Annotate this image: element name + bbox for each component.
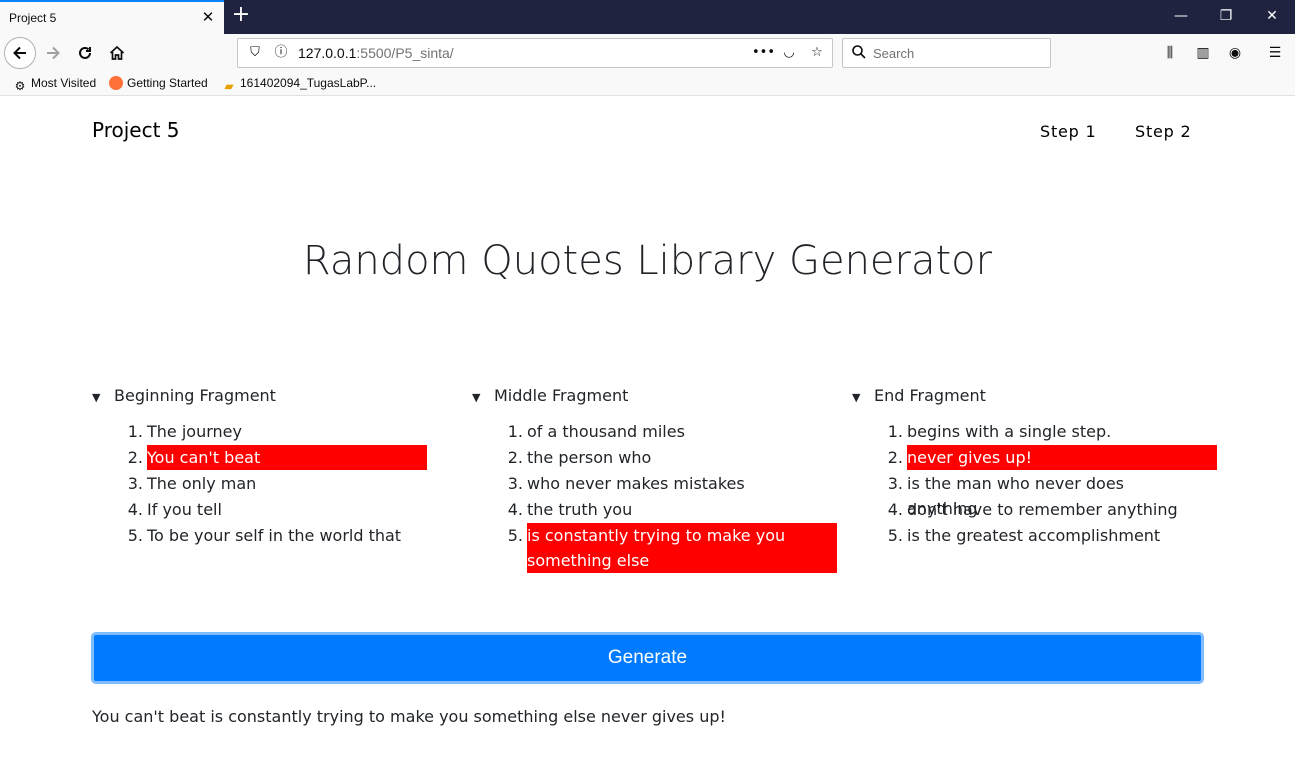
- firefox-icon: [109, 76, 123, 90]
- list-item-selected[interactable]: 5. is constantly trying to make you somet…: [472, 523, 837, 573]
- fragment-list: 1. The journey 2. You can't beat 3. The onl…: [92, 419, 432, 549]
- new-tab-icon[interactable]: +: [230, 4, 252, 27]
- tab-bar: Project 5 ✕ + — ❐ ✕: [0, 0, 1295, 34]
- browser-tab[interactable]: Project 5 ✕: [0, 0, 224, 34]
- middle-fragment: ▼ Middle Fragment 1. of a thousand miles 2…: [472, 386, 837, 573]
- fragment-list: 1. of a thousand miles 2. the person who 3…: [472, 419, 837, 573]
- sidebar-icon[interactable]: ▥: [1193, 43, 1213, 63]
- fragment-toggle[interactable]: ▼ Middle Fragment: [472, 386, 812, 406]
- back-icon[interactable]: [4, 37, 36, 69]
- bookmark-star-icon[interactable]: ☆: [808, 44, 826, 62]
- bookmarks-toolbar: ⚙ Most Visited Getting Started ▰ 161402094…: [0, 72, 1295, 96]
- restore-icon[interactable]: ❐: [1215, 6, 1237, 26]
- search-placeholder: Search: [873, 46, 915, 61]
- disclosure-triangle-icon: ▼: [92, 391, 101, 404]
- search-input[interactable]: Search: [842, 38, 1051, 68]
- brand-title[interactable]: Project 5: [92, 118, 180, 142]
- account-icon[interactable]: ◉: [1225, 43, 1245, 63]
- tab-title: Project 5: [9, 11, 57, 25]
- url-bar[interactable]: ⛉ ⓘ 127.0.0.1:5500/P5_sinta/ ••• ◡ ☆: [237, 38, 833, 68]
- window-close-icon[interactable]: ✕: [1261, 6, 1283, 26]
- close-tab-icon[interactable]: ✕: [198, 7, 218, 27]
- list-item[interactable]: 5. is the greatest accomplishment: [852, 523, 1192, 549]
- pocket-icon[interactable]: ◡: [780, 44, 798, 62]
- bookmark-label: 161402094_TugasLabP...: [240, 76, 377, 90]
- disclosure-triangle-icon: ▼: [472, 391, 481, 404]
- list-item[interactable]: 1. of a thousand miles: [472, 419, 812, 445]
- bookmark-label: Most Visited: [31, 76, 97, 90]
- fragment-label: Middle Fragment: [494, 386, 629, 405]
- document-icon: ▰: [224, 79, 234, 93]
- bookmark-getting-started[interactable]: Getting Started: [109, 76, 208, 90]
- fragment-toggle[interactable]: ▼ Beginning Fragment: [92, 386, 432, 406]
- gear-icon: ⚙: [14, 79, 26, 93]
- page-actions-icon[interactable]: •••: [752, 44, 775, 62]
- home-icon[interactable]: [102, 38, 132, 68]
- list-item[interactable]: 5. To be your self in the world that: [92, 523, 432, 549]
- list-item[interactable]: 3. The only man: [92, 471, 432, 497]
- shield-icon[interactable]: ⛉: [246, 44, 264, 62]
- list-item[interactable]: 3. who never makes mistakes: [472, 471, 812, 497]
- page-content: Project 5 Step 1 Step 2 Random Quotes Li…: [0, 96, 1295, 767]
- fragment-toggle[interactable]: ▼ End Fragment: [852, 386, 1192, 406]
- list-item[interactable]: 4. the truth you: [472, 497, 812, 523]
- end-fragment: ▼ End Fragment 1. begins with a single ste…: [852, 386, 1217, 549]
- search-icon: [850, 45, 868, 63]
- bookmark-most-visited[interactable]: ⚙ Most Visited: [13, 76, 97, 93]
- nav-step-1[interactable]: Step 1: [1040, 122, 1097, 141]
- generate-button[interactable]: Generate: [91, 632, 1204, 684]
- generated-quote: You can't beat is constantly trying to m…: [92, 707, 726, 726]
- nav-step-2[interactable]: Step 2: [1135, 122, 1192, 141]
- list-item[interactable]: 4. If you tell: [92, 497, 432, 523]
- reload-icon[interactable]: [70, 38, 100, 68]
- nav-toolbar: ⛉ ⓘ 127.0.0.1:5500/P5_sinta/ ••• ◡ ☆ Sea…: [0, 34, 1295, 72]
- list-item[interactable]: 1. begins with a single step.: [852, 419, 1192, 445]
- url-host: 127.0.0.1: [298, 45, 357, 61]
- list-item[interactable]: 2. the person who: [472, 445, 812, 471]
- fragment-label: Beginning Fragment: [114, 386, 276, 405]
- disclosure-triangle-icon: ▼: [852, 391, 861, 404]
- list-item-selected[interactable]: 2. never gives up!: [852, 445, 1217, 471]
- list-item[interactable]: 3. is the man who never does anything: [852, 471, 1192, 518]
- list-item[interactable]: 4. don't have to remember anything: [852, 497, 1192, 523]
- forward-icon[interactable]: [38, 38, 68, 68]
- fragment-list: 1. begins with a single step. 2. never giv…: [852, 419, 1217, 549]
- url-text[interactable]: 127.0.0.1:5500/P5_sinta/: [298, 45, 454, 61]
- info-icon[interactable]: ⓘ: [272, 44, 290, 62]
- page-title: Random Quotes Library Generator: [302, 238, 993, 284]
- bookmark-label: Getting Started: [127, 76, 208, 90]
- minimize-icon[interactable]: —: [1170, 6, 1192, 26]
- list-item-selected[interactable]: 2. You can't beat: [92, 445, 432, 471]
- url-path: :5500/P5_sinta/: [356, 45, 454, 61]
- beginning-fragment: ▼ Beginning Fragment 1. The journey 2. You …: [92, 386, 432, 549]
- library-icon[interactable]: ⫼: [1160, 43, 1180, 63]
- bookmark-tugas[interactable]: ▰ 161402094_TugasLabP...: [222, 76, 376, 93]
- list-item[interactable]: 1. The journey: [92, 419, 432, 445]
- menu-icon[interactable]: ☰: [1265, 43, 1285, 63]
- fragment-label: End Fragment: [874, 386, 986, 405]
